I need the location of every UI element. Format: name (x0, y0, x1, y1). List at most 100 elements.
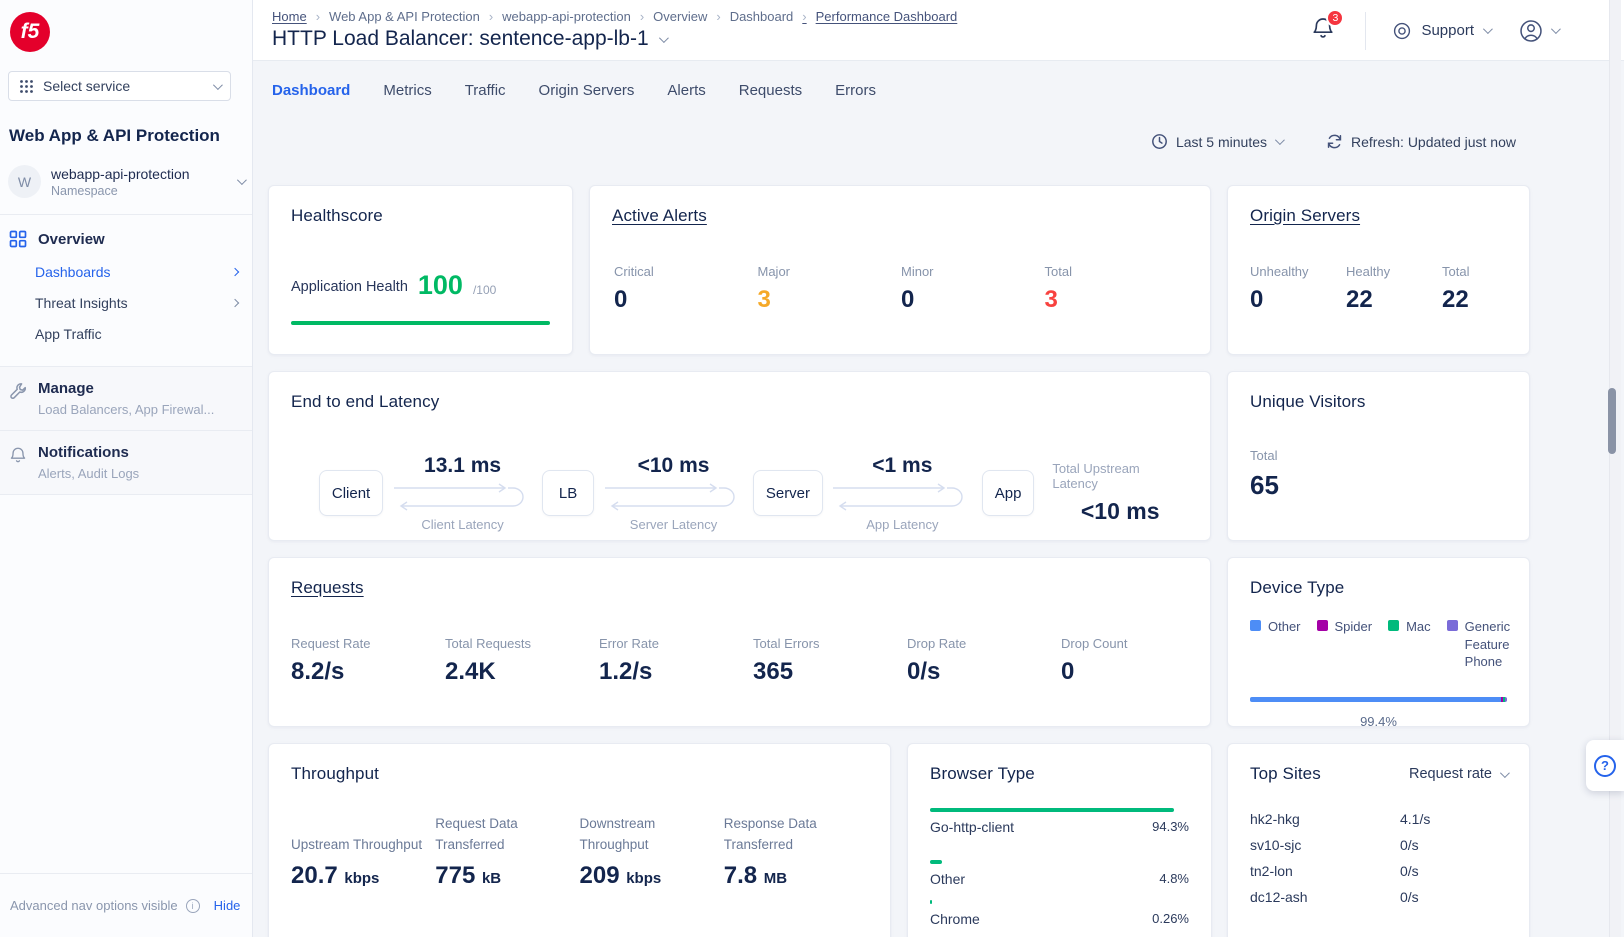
time-range-selector[interactable]: Last 5 minutes (1151, 133, 1282, 150)
sidebar-footer: Advanced nav options visible Hide (0, 873, 252, 937)
latency-hop-server: <10 ms Server Latency (594, 454, 753, 532)
f5-logo-text: f5 (21, 20, 40, 44)
top-sites-card: Top Sites Request rate hk2-hkg4.1/s sv10… (1227, 743, 1530, 937)
device-type-legend: Other Spider Mac Generic Feature Phone (1250, 618, 1507, 671)
apps-grid-icon (19, 79, 34, 94)
support-label: Support (1421, 22, 1474, 39)
sidebar-item-label: Dashboards (35, 264, 111, 280)
metric-request-data-transferred: Request Data Transferred 775 kB (435, 810, 579, 890)
breadcrumb-current[interactable]: Performance Dashboard (793, 9, 957, 24)
legend-swatch (1447, 620, 1458, 631)
metric-total-requests: Total Requests 2.4K (445, 636, 599, 686)
support-menu[interactable]: Support (1392, 21, 1490, 41)
chevron-down-icon (1483, 24, 1493, 34)
account-menu[interactable] (1518, 18, 1558, 44)
metric-total-errors: Total Errors 365 (753, 636, 907, 686)
tab-requests[interactable]: Requests (739, 82, 802, 99)
tab-dashboard[interactable]: Dashboard (272, 82, 350, 99)
overview-label: Overview (38, 231, 105, 248)
metric-error-rate: Error Rate 1.2/s (599, 636, 753, 686)
dashboard-toolbar: Last 5 minutes Refresh: Updated just now (1151, 133, 1516, 150)
browser-row-go-http-client: Go-http-client94.3% (930, 808, 1189, 835)
notifications-label: Notifications (38, 444, 139, 461)
top-sites-sort-dropdown[interactable]: Request rate (1409, 766, 1507, 782)
application-health-value: 100 (418, 272, 463, 299)
sidebar-item-notifications[interactable]: Notifications Alerts, Audit Logs (0, 430, 252, 495)
chevron-down-icon (237, 175, 247, 185)
product-title: Web App & API Protection (9, 126, 252, 146)
tab-errors[interactable]: Errors (835, 82, 876, 99)
sidebar-item-app-traffic[interactable]: App Traffic (35, 318, 238, 349)
dashboard-tabs: Dashboard Metrics Traffic Origin Servers… (272, 82, 876, 99)
tab-alerts[interactable]: Alerts (667, 82, 705, 99)
tab-metrics[interactable]: Metrics (383, 82, 431, 99)
legend-item-spider: Spider (1317, 618, 1373, 636)
user-avatar-icon (1518, 18, 1544, 44)
active-alerts-card: Active Alerts Critical 0 Major 3 Minor 0… (589, 185, 1211, 355)
throughput-title: Throughput (291, 764, 868, 784)
metric-major: Major 3 (758, 264, 902, 314)
round-trip-arrow-icon (827, 478, 977, 516)
total-upstream-latency: Total Upstream Latency <10 ms (1052, 461, 1188, 525)
support-lifebuoy-icon (1392, 21, 1412, 41)
tab-traffic[interactable]: Traffic (465, 82, 506, 99)
scrollbar-track[interactable] (1609, 0, 1621, 937)
clock-icon (1151, 133, 1168, 150)
wrench-icon (9, 382, 27, 400)
hide-nav-link[interactable]: Hide (214, 898, 241, 913)
sidebar-item-label: Threat Insights (35, 295, 128, 311)
sidebar-item-overview[interactable]: Overview (9, 230, 252, 248)
scrollbar-thumb[interactable] (1608, 388, 1616, 454)
bar-segment-generic-feature-phone (1505, 697, 1507, 702)
legend-swatch (1388, 620, 1399, 631)
select-service-label: Select service (43, 78, 130, 94)
info-icon[interactable] (186, 899, 200, 913)
refresh-button[interactable]: Refresh: Updated just now (1326, 133, 1516, 150)
browser-type-title: Browser Type (930, 764, 1189, 784)
latency-node-lb: LB (542, 470, 594, 516)
top-sites-list: hk2-hkg4.1/s sv10-sjc0/s tn2-lon0/s dc12… (1250, 811, 1507, 906)
throughput-card: Throughput Upstream Throughput 20.7 kbps… (268, 743, 891, 937)
origin-servers-card: Origin Servers Unhealthy 0 Healthy 22 To… (1227, 185, 1530, 355)
breadcrumb-item[interactable]: Dashboard (707, 9, 793, 24)
latency-node-app: App (982, 470, 1035, 516)
namespace-avatar: W (8, 165, 41, 198)
latency-title: End to end Latency (291, 392, 1188, 412)
legend-item-other: Other (1250, 618, 1301, 636)
healthscore-title: Healthscore (291, 206, 550, 226)
chevron-down-icon (1275, 135, 1285, 145)
site-name: sv10-sjc (1250, 837, 1400, 854)
sidebar-item-dashboards[interactable]: Dashboards (35, 256, 238, 287)
f5-logo[interactable]: f5 (10, 12, 50, 52)
chevron-down-icon (213, 80, 223, 90)
page-header: Home Web App & API Protection webapp-api… (253, 0, 1624, 61)
active-alerts-title-link[interactable]: Active Alerts (612, 206, 707, 225)
namespace-selector[interactable]: W webapp-api-protection Namespace (8, 165, 244, 198)
metric-critical: Critical 0 (614, 264, 758, 314)
manage-label: Manage (38, 380, 214, 397)
breadcrumb-item[interactable]: webapp-api-protection (480, 9, 631, 24)
requests-card: Requests Request Rate 8.2/s Total Reques… (268, 557, 1211, 727)
breadcrumb-item[interactable]: Web App & API Protection (307, 9, 480, 24)
notifications-bell-button[interactable]: 3 (1311, 16, 1335, 45)
refresh-status-label: Refresh: Updated just now (1351, 134, 1516, 150)
help-button[interactable]: ? (1586, 740, 1624, 791)
select-service-dropdown[interactable]: Select service (8, 71, 231, 101)
origin-servers-title-link[interactable]: Origin Servers (1250, 206, 1360, 225)
divider (1365, 12, 1366, 50)
legend-item-mac: Mac (1388, 618, 1431, 636)
question-mark-icon: ? (1594, 755, 1616, 777)
browser-type-card: Browser Type Go-http-client94.3% Other4.… (907, 743, 1212, 937)
metric-drop-count: Drop Count 0 (1061, 636, 1127, 686)
unique-visitors-title: Unique Visitors (1250, 392, 1507, 412)
sidebar-item-manage[interactable]: Manage Load Balancers, App Firewal... (0, 366, 252, 430)
time-range-label: Last 5 minutes (1176, 134, 1267, 150)
tab-origin-servers[interactable]: Origin Servers (539, 82, 635, 99)
sidebar-item-threat-insights[interactable]: Threat Insights (35, 287, 238, 318)
requests-title-link[interactable]: Requests (291, 578, 364, 597)
breadcrumb-home[interactable]: Home (272, 9, 307, 24)
application-health-denominator: /100 (473, 283, 496, 299)
title-chevron-down-icon[interactable] (659, 33, 669, 43)
breadcrumb-item[interactable]: Overview (631, 9, 708, 24)
browser-bar (930, 900, 932, 904)
